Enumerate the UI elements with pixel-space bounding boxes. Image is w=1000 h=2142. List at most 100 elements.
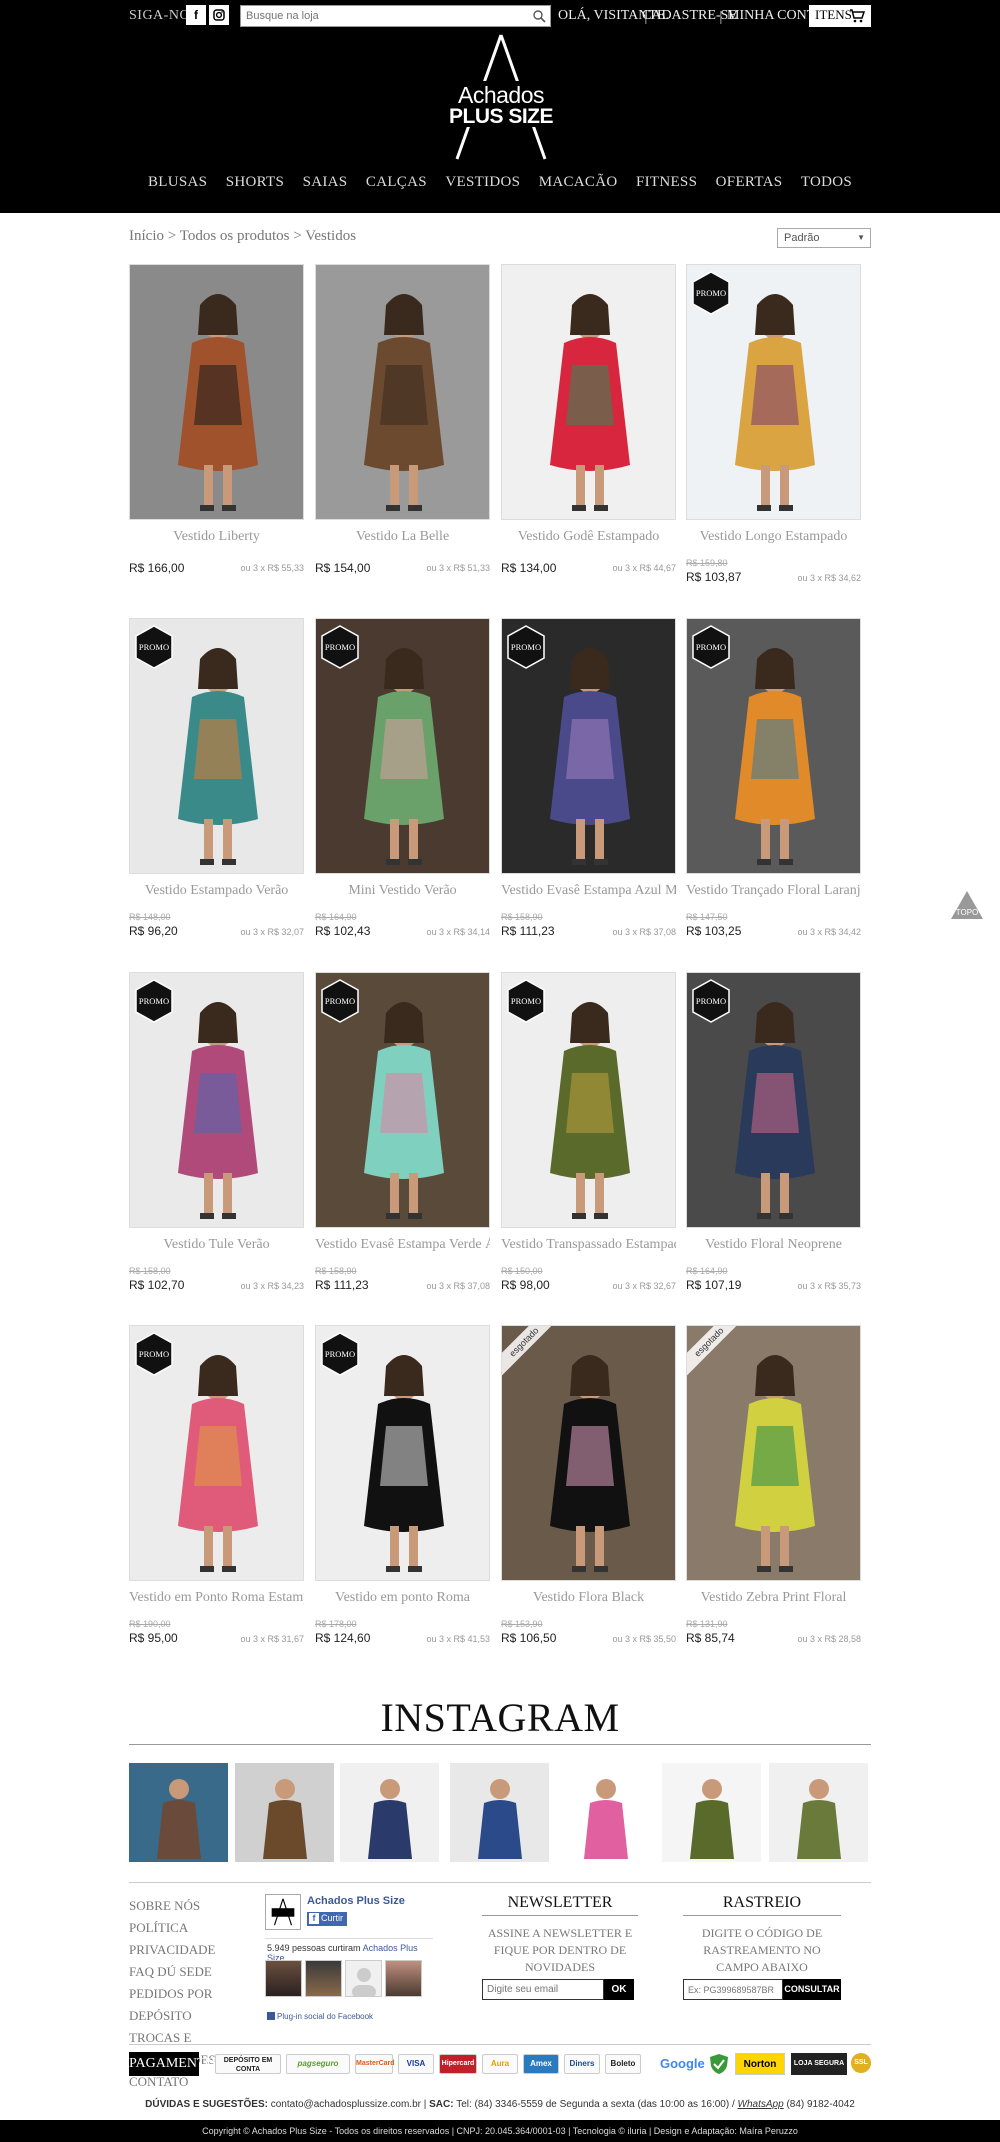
- product-image[interactable]: [501, 264, 676, 520]
- product-image[interactable]: [315, 264, 490, 520]
- product-image[interactable]: PROMO: [501, 618, 676, 874]
- product-image[interactable]: PROMO: [129, 1325, 304, 1581]
- product-card[interactable]: esgotado Vestido Flora Black R$ 153,90 R…: [501, 1325, 676, 1660]
- product-card[interactable]: Vestido La Belle R$ 154,00 ou 3 x R$ 51,…: [315, 264, 490, 599]
- google-seal-icon[interactable]: Google: [660, 2053, 705, 2075]
- tracking-submit-button[interactable]: CONSULTAR: [783, 1979, 841, 2000]
- secure-store-seal-icon[interactable]: LOJA SEGURA: [791, 2053, 847, 2075]
- product-card[interactable]: PROMO Vestido Estampado Verão R$ 148,00 …: [129, 618, 304, 953]
- back-to-top-button[interactable]: TOPO: [950, 889, 984, 921]
- search-input[interactable]: [241, 6, 511, 26]
- ssl-seal-icon[interactable]: SSL: [851, 2053, 871, 2073]
- signup-link[interactable]: CADASTRE-SE: [642, 8, 737, 24]
- product-card[interactable]: PROMO Vestido Floral Neoprene R$ 164,90 …: [686, 972, 861, 1307]
- newsletter-submit-button[interactable]: OK: [604, 1979, 634, 2000]
- product-name[interactable]: Vestido Longo Estampado: [686, 529, 861, 545]
- avatar[interactable]: [305, 1960, 342, 1997]
- facebook-like-button[interactable]: f Curtir: [307, 1912, 347, 1926]
- product-image[interactable]: PROMO: [686, 618, 861, 874]
- norton-seal-icon[interactable]: Norton: [735, 2053, 785, 2075]
- nav-macacao[interactable]: MACACÃO: [539, 174, 618, 191]
- product-card[interactable]: PROMO Vestido Trançado Floral Laranja R$…: [686, 618, 861, 953]
- product-name[interactable]: Vestido Transpassado Estampado: [501, 1237, 676, 1253]
- search-icon[interactable]: [532, 9, 546, 23]
- footer-link-privacy[interactable]: POLÍTICA PRIVACIDADE: [129, 1917, 239, 1961]
- newsletter-email-input[interactable]: [482, 1979, 604, 2000]
- product-image[interactable]: PROMO: [129, 972, 304, 1228]
- product-image[interactable]: PROMO: [686, 264, 861, 520]
- product-name[interactable]: Vestido Flora Black: [501, 1590, 676, 1606]
- product-name[interactable]: Mini Vestido Verão: [315, 883, 490, 899]
- nav-todos[interactable]: TODOS: [801, 174, 852, 191]
- avatar[interactable]: [265, 1960, 302, 1997]
- product-name[interactable]: Vestido La Belle: [315, 529, 490, 545]
- product-name[interactable]: Vestido Estampado Verão: [129, 883, 304, 899]
- instagram-icon[interactable]: [209, 5, 229, 25]
- product-card[interactable]: esgotado Vestido Zebra Print Floral R$ 1…: [686, 1325, 861, 1660]
- avatar[interactable]: [345, 1960, 382, 1997]
- product-image[interactable]: PROMO: [129, 618, 304, 874]
- product-name[interactable]: Vestido em ponto Roma: [315, 1590, 490, 1606]
- product-card[interactable]: PROMO Vestido em ponto Roma R$ 178,00 R$…: [315, 1325, 490, 1660]
- product-card[interactable]: Vestido Godê Estampado R$ 134,00 ou 3 x …: [501, 264, 676, 599]
- instagram-image[interactable]: [556, 1763, 655, 1862]
- page-logo-icon[interactable]: [265, 1894, 301, 1930]
- product-name[interactable]: Vestido Tule Verão: [129, 1237, 304, 1253]
- instagram-image[interactable]: [769, 1763, 868, 1862]
- product-card[interactable]: Vestido Liberty R$ 166,00 ou 3 x R$ 55,3…: [129, 264, 304, 599]
- instagram-image[interactable]: [450, 1763, 549, 1862]
- facebook-icon[interactable]: f: [186, 5, 206, 25]
- whatsapp-link[interactable]: WhatsApp: [738, 2099, 784, 2110]
- product-old-price: R$ 178,00: [315, 1619, 357, 1629]
- breadcrumb-all[interactable]: Todos os produtos: [180, 228, 290, 244]
- product-card[interactable]: PROMO Vestido em Ponto Roma Estampado R$…: [129, 1325, 304, 1660]
- product-name[interactable]: Vestido Zebra Print Floral: [686, 1590, 861, 1606]
- nav-shorts[interactable]: SHORTS: [226, 174, 284, 191]
- footer-link-deposit[interactable]: PEDIDOS POR DEPÓSITO: [129, 1983, 239, 2027]
- promo-badge-label: PROMO: [325, 642, 355, 652]
- product-name[interactable]: Vestido Evasê Estampa Verde Água: [315, 1237, 490, 1253]
- product-card[interactable]: PROMO Vestido Evasê Estampa Azul Marinho…: [501, 618, 676, 953]
- product-card[interactable]: PROMO Mini Vestido Verão R$ 164,90 R$ 10…: [315, 618, 490, 953]
- footer-link-faq[interactable]: FAQ DÚ SEDE: [129, 1961, 239, 1983]
- contact-email[interactable]: contato@achadosplussize.com.br: [271, 2099, 421, 2110]
- nav-saias[interactable]: SAIAS: [303, 174, 348, 191]
- product-image[interactable]: PROMO: [315, 618, 490, 874]
- product-name[interactable]: Vestido Godê Estampado: [501, 529, 676, 545]
- sort-select[interactable]: Padrão ▼: [777, 228, 871, 248]
- product-name[interactable]: Vestido Liberty: [129, 529, 304, 545]
- product-name[interactable]: Vestido Floral Neoprene: [686, 1237, 861, 1253]
- product-name[interactable]: Vestido Trançado Floral Laranja: [686, 883, 861, 899]
- product-image[interactable]: PROMO: [501, 972, 676, 1228]
- avatar[interactable]: [385, 1960, 422, 1997]
- tracking-code-input[interactable]: [683, 1979, 783, 2000]
- cart-button[interactable]: ITENS: [809, 5, 871, 27]
- product-image[interactable]: PROMO: [686, 972, 861, 1228]
- instagram-image[interactable]: [340, 1763, 439, 1862]
- nav-vestidos[interactable]: VESTIDOS: [445, 174, 520, 191]
- instagram-photo: [769, 1763, 868, 1862]
- nav-calcas[interactable]: CALÇAS: [366, 174, 427, 191]
- breadcrumb-home[interactable]: Início: [129, 228, 164, 244]
- instagram-image[interactable]: [235, 1763, 334, 1862]
- product-name[interactable]: Vestido em Ponto Roma Estampado: [129, 1590, 304, 1606]
- product-image[interactable]: esgotado: [686, 1325, 861, 1581]
- nav-ofertas[interactable]: OFERTAS: [716, 174, 783, 191]
- instagram-image[interactable]: [662, 1763, 761, 1862]
- product-name[interactable]: Vestido Evasê Estampa Azul Marinho: [501, 883, 676, 899]
- product-image[interactable]: [129, 264, 304, 520]
- nav-blusas[interactable]: BLUSAS: [148, 174, 207, 191]
- product-card[interactable]: PROMO Vestido Evasê Estampa Verde Água R…: [315, 972, 490, 1307]
- facebook-page-name[interactable]: Achados Plus Size: [307, 1895, 405, 1907]
- product-image[interactable]: PROMO: [315, 1325, 490, 1581]
- product-card[interactable]: PROMO Vestido Longo Estampado R$ 159,80 …: [686, 264, 861, 599]
- footer-link-about[interactable]: SOBRE NÓS: [129, 1895, 239, 1917]
- nav-fitness[interactable]: FITNESS: [636, 174, 697, 191]
- instagram-image[interactable]: [129, 1763, 228, 1862]
- product-card[interactable]: PROMO Vestido Transpassado Estampado R$ …: [501, 972, 676, 1307]
- product-card[interactable]: PROMO Vestido Tule Verão R$ 158,00 R$ 10…: [129, 972, 304, 1307]
- promo-badge-icon: PROMO: [507, 979, 545, 1023]
- instagram-photo: [556, 1763, 655, 1862]
- product-image[interactable]: esgotado: [501, 1325, 676, 1581]
- product-image[interactable]: PROMO: [315, 972, 490, 1228]
